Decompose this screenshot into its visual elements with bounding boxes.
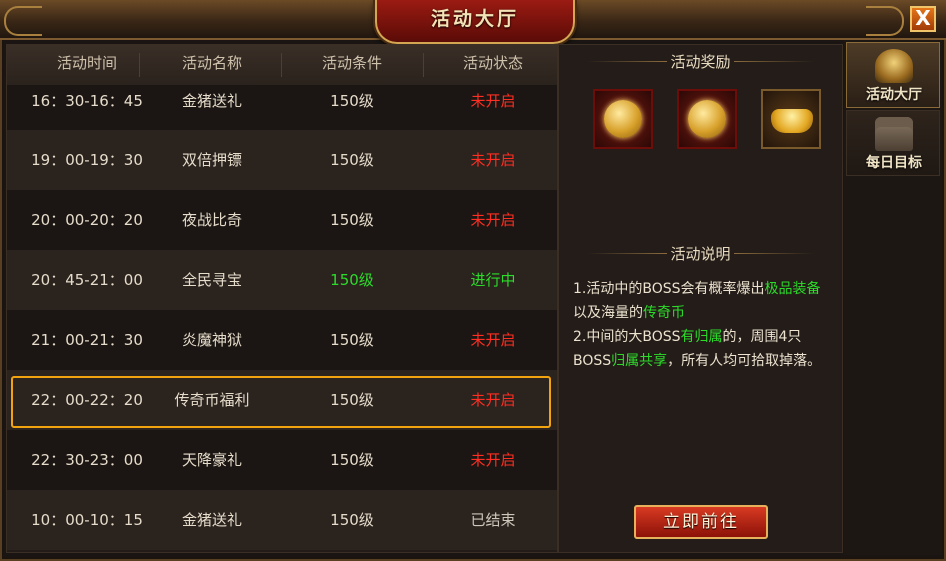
rewards-title: 活动奖励 — [559, 49, 842, 75]
row-status: 未开启 — [470, 151, 516, 169]
desc-highlight: 有归属 — [680, 329, 723, 345]
reward-slot[interactable] — [761, 89, 821, 149]
list-header: 活动时间 活动名称 活动条件 活动状态 — [7, 45, 557, 86]
table-row[interactable]: 20：00-20：20 夜战比奇 150级 未开启 — [7, 190, 557, 250]
desc-text: 2.中间的大BOSS — [573, 329, 681, 345]
tab-activity-hall[interactable]: 活动大厅 — [846, 42, 940, 108]
row-name: 金猪送礼 — [181, 511, 242, 529]
title-plate: 活动大厅 — [375, 0, 575, 44]
gold-coin-icon — [604, 100, 642, 138]
row-status: 未开启 — [470, 331, 516, 349]
table-row[interactable]: 21：00-21：30 炎魔神狱 150级 未开启 — [7, 310, 557, 370]
reward-slot[interactable] — [593, 89, 653, 149]
header-status: 活动状态 — [462, 54, 523, 72]
close-button[interactable]: X — [910, 6, 936, 32]
desc-highlight: 极品装备 — [764, 281, 821, 297]
helmet-icon — [875, 49, 913, 83]
row-name: 炎魔神狱 — [181, 331, 242, 349]
table-row[interactable]: 19：00-19：30 双倍押镖 150级 未开启 — [7, 130, 557, 190]
table-row[interactable]: 22：30-23：00 天降豪礼 150级 未开启 — [7, 430, 557, 490]
description-title: 活动说明 — [559, 241, 842, 267]
activity-hall-window: 活动大厅 X 活动时间 活动名称 活动条件 活动状态 16：30-16：45 金… — [0, 0, 946, 561]
row-level: 150级 — [330, 211, 374, 229]
description-text: 1.活动中的BOSS会有概率爆出极品装备以及海量的传奇币 2.中间的大BOSS有… — [573, 277, 833, 373]
go-now-button[interactable]: 立即前往 — [634, 505, 768, 539]
row-name: 全民寻宝 — [181, 271, 242, 289]
side-tabs: 活动大厅 每日目标 — [844, 40, 942, 555]
corner-ornament-left — [4, 6, 42, 36]
table-row[interactable]: 16：30-16：45 金猪送礼 150级 未开启 — [7, 85, 557, 130]
desc-highlight: 传奇币 — [643, 305, 685, 321]
row-level: 150级 — [330, 331, 374, 349]
desc-text: 以及海量的 — [573, 305, 643, 321]
activity-list: 活动时间 活动名称 活动条件 活动状态 16：30-16：45 金猪送礼 150… — [6, 44, 558, 553]
treasure-chest-icon — [875, 117, 913, 151]
desc-text: ，所有人均可拾取掉落。 — [667, 353, 822, 369]
row-name: 夜战比奇 — [181, 211, 242, 229]
row-level: 150级 — [330, 511, 374, 529]
tab-label: 每日目标 — [866, 155, 922, 171]
header-level: 活动条件 — [321, 54, 382, 72]
desc-text: 1.活动中的BOSS会有概率爆出 — [573, 281, 765, 297]
row-level: 150级 — [330, 451, 374, 469]
row-level: 150级 — [330, 271, 374, 289]
tab-daily-goals[interactable]: 每日目标 — [846, 110, 940, 176]
gold-coin-icon — [688, 100, 726, 138]
table-row[interactable]: 10：00-10：15 金猪送礼 150级 已结束 — [7, 490, 557, 550]
row-name: 双倍押镖 — [181, 151, 242, 169]
detail-panel: 活动奖励 活动说明 1.活动中的BOSS会有概率爆出极品装备以及海量的传奇币 2… — [558, 44, 843, 553]
gold-ingot-icon — [771, 109, 813, 133]
row-status: 进行中 — [470, 271, 516, 289]
row-status: 已结束 — [470, 511, 516, 529]
row-level: 150级 — [330, 151, 374, 169]
row-name: 天降豪礼 — [181, 451, 242, 469]
desc-highlight: 归属共享 — [611, 353, 668, 369]
header-name: 活动名称 — [181, 54, 242, 72]
window-title: 活动大厅 — [430, 8, 519, 30]
corner-ornament-right — [866, 6, 904, 36]
reward-slot[interactable] — [677, 89, 737, 149]
selection-highlight — [11, 376, 551, 428]
row-status: 未开启 — [470, 211, 516, 229]
row-status: 未开启 — [470, 451, 516, 469]
tab-label: 活动大厅 — [866, 87, 922, 103]
table-row[interactable]: 20：45-21：00 全民寻宝 150级 进行中 — [7, 250, 557, 310]
